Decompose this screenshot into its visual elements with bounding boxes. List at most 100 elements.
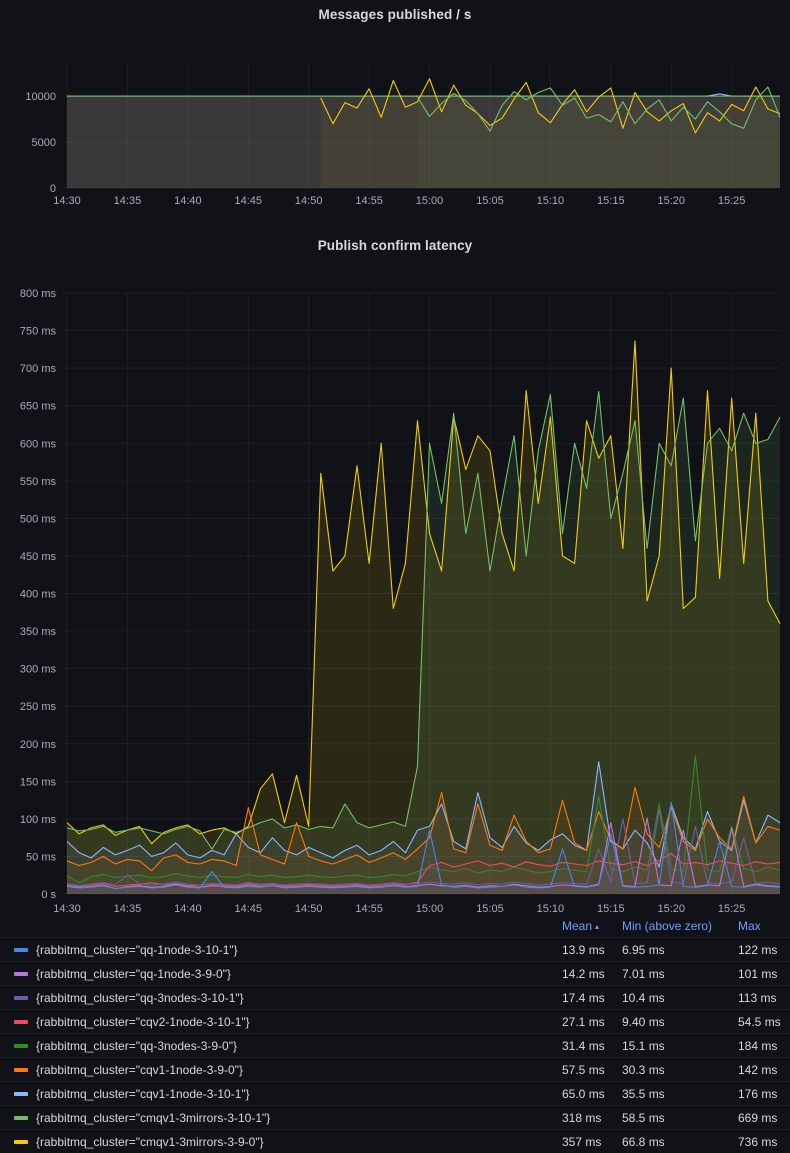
series-color-swatch: [14, 1116, 28, 1120]
svg-text:14:50: 14:50: [295, 195, 323, 207]
svg-text:550 ms: 550 ms: [20, 476, 57, 488]
panel-title[interactable]: Publish confirm latency: [0, 226, 790, 258]
max-value: 184 ms: [738, 1039, 790, 1053]
svg-text:15:20: 15:20: [657, 903, 685, 915]
min-value: 7.01 ms: [622, 967, 738, 981]
series-fills: [67, 79, 780, 188]
svg-text:14:35: 14:35: [114, 903, 142, 915]
series-color-swatch: [14, 948, 28, 952]
dashboard-root: { "page": { "bg": "#111217", "grid_color…: [0, 0, 790, 1144]
svg-text:5000: 5000: [32, 137, 56, 149]
mean-value: 13.9 ms: [562, 943, 622, 957]
legend-row[interactable]: {rabbitmq_cluster="cqv1-1node-3-10-1"} 6…: [0, 1081, 790, 1105]
max-value: 122 ms: [738, 943, 790, 957]
mean-value: 65.0 ms: [562, 1087, 622, 1101]
series-label: {rabbitmq_cluster="cqv1-1node-3-10-1"}: [36, 1087, 250, 1101]
series-label: {rabbitmq_cluster="cqv2-1node-3-10-1"}: [36, 1015, 250, 1029]
svg-text:15:10: 15:10: [537, 195, 565, 207]
legend-row[interactable]: {rabbitmq_cluster="qq-3nodes-3-10-1"} 17…: [0, 985, 790, 1009]
series-color-swatch: [14, 1020, 28, 1024]
svg-text:750 ms: 750 ms: [20, 326, 57, 338]
svg-text:250 ms: 250 ms: [20, 701, 57, 713]
min-value: 10.4 ms: [622, 991, 738, 1005]
publish-confirm-latency-chart-canvas[interactable]: 0 s 50 ms 100 ms 150 ms 200 ms 250 ms 300 ms 35…: [0, 258, 790, 915]
legend-row[interactable]: {rabbitmq_cluster="qq-1node-3-9-0"} 14.2…: [0, 961, 790, 985]
panel-title[interactable]: Messages published / s: [0, 0, 790, 28]
legend-row[interactable]: {rabbitmq_cluster="qq-3nodes-3-9-0"} 31.…: [0, 1033, 790, 1057]
svg-text:400 ms: 400 ms: [20, 589, 57, 601]
svg-text:300 ms: 300 ms: [20, 664, 57, 676]
svg-text:10000: 10000: [25, 91, 56, 103]
svg-text:14:35: 14:35: [114, 195, 142, 207]
svg-text:700 ms: 700 ms: [20, 363, 57, 375]
panel-publish-confirm-latency: Publish confirm latency 0 s 50 ms 100 ms 15…: [0, 226, 790, 1153]
svg-text:0 s: 0 s: [41, 889, 56, 901]
legend-column-min[interactable]: Min (above zero): [622, 919, 738, 933]
legend-row[interactable]: {rabbitmq_cluster="cqv1-1node-3-9-0"} 57…: [0, 1057, 790, 1081]
series-label: {rabbitmq_cluster="cmqv1-3mirrors-3-10-1…: [36, 1111, 270, 1125]
panel-messages-published: Messages published / s 0 5000 10000 14:30 14…: [0, 0, 790, 226]
svg-text:15:15: 15:15: [597, 903, 625, 915]
mean-value: 27.1 ms: [562, 1015, 622, 1029]
mean-value: 357 ms: [562, 1135, 622, 1149]
legend-name-cell: {rabbitmq_cluster="qq-3nodes-3-9-0"}: [0, 1039, 562, 1053]
min-value: 15.1 ms: [622, 1039, 738, 1053]
legend-name-cell: {rabbitmq_cluster="qq-1node-3-10-1"}: [0, 943, 562, 957]
series-color-swatch: [14, 1044, 28, 1048]
legend-name-cell: {rabbitmq_cluster="qq-1node-3-9-0"}: [0, 967, 562, 981]
legend-column-mean[interactable]: Mean▴: [562, 919, 622, 933]
legend-name-cell: {rabbitmq_cluster="cqv1-1node-3-10-1"}: [0, 1087, 562, 1101]
min-value: 66.8 ms: [622, 1135, 738, 1149]
min-value: 6.95 ms: [622, 943, 738, 957]
svg-text:15:05: 15:05: [476, 903, 504, 915]
legend-name-cell: {rabbitmq_cluster="qq-3nodes-3-10-1"}: [0, 991, 562, 1005]
max-value: 113 ms: [738, 991, 790, 1005]
svg-text:14:45: 14:45: [235, 903, 263, 915]
sort-asc-icon: ▴: [595, 922, 599, 931]
legend-row[interactable]: {rabbitmq_cluster="cqv2-1node-3-10-1"} 2…: [0, 1009, 790, 1033]
legend-column-max[interactable]: Max: [738, 919, 790, 933]
mean-value: 31.4 ms: [562, 1039, 622, 1053]
svg-text:15:15: 15:15: [597, 195, 625, 207]
series-label: {rabbitmq_cluster="cqv1-1node-3-9-0"}: [36, 1063, 243, 1077]
svg-text:15:25: 15:25: [718, 195, 746, 207]
max-value: 142 ms: [738, 1063, 790, 1077]
max-value: 736 ms: [738, 1135, 790, 1149]
svg-text:15:10: 15:10: [537, 903, 565, 915]
svg-text:15:05: 15:05: [476, 195, 504, 207]
series-label: {rabbitmq_cluster="qq-3nodes-3-9-0"}: [36, 1039, 237, 1053]
svg-text:50 ms: 50 ms: [26, 851, 56, 863]
legend-header: Mean▴ Min (above zero) Max: [0, 915, 790, 937]
svg-text:14:40: 14:40: [174, 195, 202, 207]
min-value: 9.40 ms: [622, 1015, 738, 1029]
series-label: {rabbitmq_cluster="qq-1node-3-9-0"}: [36, 967, 231, 981]
svg-text:350 ms: 350 ms: [20, 626, 57, 638]
svg-text:200 ms: 200 ms: [20, 739, 57, 751]
legend-row[interactable]: {rabbitmq_cluster="qq-1node-3-10-1"} 13.…: [0, 937, 790, 961]
min-value: 35.5 ms: [622, 1087, 738, 1101]
svg-text:0: 0: [50, 183, 56, 195]
svg-text:15:20: 15:20: [657, 195, 685, 207]
series-label: {rabbitmq_cluster="cmqv1-3mirrors-3-9-0"…: [36, 1135, 264, 1149]
legend-rows: {rabbitmq_cluster="qq-1node-3-10-1"} 13.…: [0, 937, 790, 1153]
legend-row[interactable]: {rabbitmq_cluster="cmqv1-3mirrors-3-9-0"…: [0, 1129, 790, 1153]
svg-text:500 ms: 500 ms: [20, 513, 57, 525]
max-value: 101 ms: [738, 967, 790, 981]
series-color-swatch: [14, 1092, 28, 1096]
svg-text:15:25: 15:25: [718, 903, 746, 915]
svg-text:15:00: 15:00: [416, 195, 444, 207]
svg-text:14:30: 14:30: [53, 195, 81, 207]
mean-value: 14.2 ms: [562, 967, 622, 981]
svg-text:14:30: 14:30: [53, 903, 81, 915]
mean-value: 17.4 ms: [562, 991, 622, 1005]
series-color-swatch: [14, 1068, 28, 1072]
legend-row[interactable]: {rabbitmq_cluster="cmqv1-3mirrors-3-10-1…: [0, 1105, 790, 1129]
svg-text:650 ms: 650 ms: [20, 401, 57, 413]
series-color-swatch: [14, 1140, 28, 1144]
messages-published-chart-canvas[interactable]: 050001000014:3014:3514:4014:4514:5014:55…: [0, 28, 790, 226]
series-label: {rabbitmq_cluster="qq-1node-3-10-1"}: [36, 943, 238, 957]
min-value: 58.5 ms: [622, 1111, 738, 1125]
svg-text:14:40: 14:40: [174, 903, 202, 915]
svg-text:100 ms: 100 ms: [20, 814, 57, 826]
svg-text:150 ms: 150 ms: [20, 776, 57, 788]
